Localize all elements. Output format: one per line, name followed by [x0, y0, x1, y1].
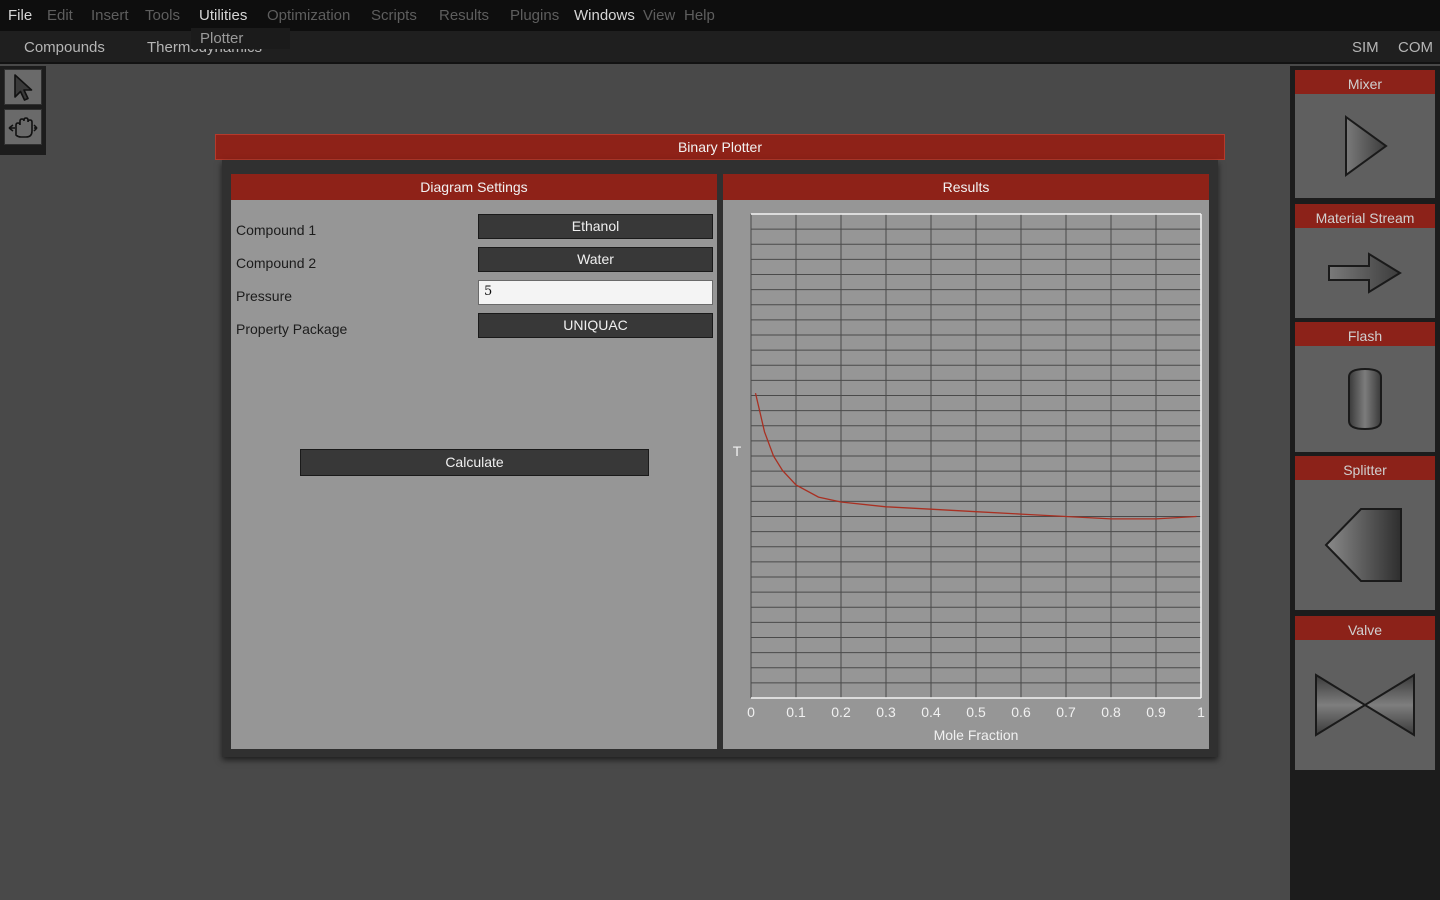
menu-item-plotter[interactable]: Plotter: [200, 30, 243, 47]
pressure-label: Pressure: [236, 288, 293, 304]
x-tick-label: 0.6: [1011, 704, 1031, 720]
tab-sim[interactable]: SIM: [1352, 39, 1379, 56]
x-tick-label: 0.7: [1056, 704, 1076, 720]
components-panel: Mixer Material Stream Flash Splitter Val…: [1290, 66, 1440, 900]
menu-file[interactable]: File: [8, 7, 32, 24]
compound1-select[interactable]: Ethanol: [478, 214, 713, 239]
pressure-input[interactable]: 5: [478, 280, 713, 305]
compound1-label: Compound 1: [236, 222, 317, 238]
calculate-button[interactable]: Calculate: [300, 449, 649, 476]
property-package-label: Property Package: [236, 321, 348, 337]
x-tick-label: 0.5: [966, 704, 986, 720]
flash-vessel-icon: [1348, 367, 1382, 431]
compound2-label: Compound 2: [236, 255, 317, 271]
x-tick-label: 0.1: [786, 704, 806, 720]
valve-icon: [1315, 673, 1415, 737]
diagram-settings-header: Diagram Settings: [231, 174, 717, 200]
x-tick-label: 0.9: [1146, 704, 1166, 720]
utilities-dropdown: Plotter: [191, 28, 290, 49]
menu-help[interactable]: Help: [684, 7, 715, 24]
pointer-tool-button[interactable]: [4, 69, 42, 105]
menu-view[interactable]: View: [643, 7, 675, 24]
component-material-stream[interactable]: Material Stream: [1295, 204, 1435, 318]
results-panel: Results 0 0.1 0.2 0.3 0.4 0.5 0.6 0.7 0.8 0.9 1 T Mo…: [723, 174, 1209, 749]
mixer-triangle-icon: [1345, 115, 1388, 177]
compound2-select[interactable]: Water: [478, 247, 713, 272]
results-header: Results: [723, 174, 1209, 200]
x-tick-label: 0.2: [831, 704, 851, 720]
window-title[interactable]: Binary Plotter: [215, 134, 1225, 160]
component-mixer-label: Mixer: [1295, 70, 1435, 94]
tab-com[interactable]: COM: [1398, 39, 1433, 56]
component-splitter[interactable]: Splitter: [1295, 456, 1435, 610]
component-splitter-label: Splitter: [1295, 456, 1435, 480]
menu-edit[interactable]: Edit: [47, 7, 73, 24]
x-tick-label: 0.4: [921, 704, 941, 720]
menu-insert[interactable]: Insert: [91, 7, 129, 24]
component-valve-label: Valve: [1295, 616, 1435, 640]
component-valve[interactable]: Valve: [1295, 616, 1435, 770]
component-material-stream-label: Material Stream: [1295, 204, 1435, 228]
x-tick-label: 0: [747, 704, 755, 720]
component-flash[interactable]: Flash: [1295, 322, 1435, 452]
menu-optimization[interactable]: Optimization: [267, 7, 350, 24]
component-mixer[interactable]: Mixer: [1295, 70, 1435, 198]
menubar: File Edit Insert Tools Utilities Optimiz…: [0, 0, 1440, 31]
component-flash-label: Flash: [1295, 322, 1435, 346]
pointer-icon: [14, 74, 33, 101]
menu-scripts[interactable]: Scripts: [371, 7, 417, 24]
x-tick-label: 1: [1197, 704, 1205, 720]
stream-arrow-icon: [1328, 252, 1402, 294]
x-axis-label: Mole Fraction: [934, 727, 1019, 743]
diagram-settings-panel: Diagram Settings Compound 1 Ethanol Comp…: [231, 174, 717, 749]
pan-tool-button[interactable]: [4, 109, 42, 145]
menu-windows[interactable]: Windows: [574, 7, 635, 24]
binary-plotter-window: Binary Plotter Diagram Settings Compound…: [215, 134, 1225, 759]
window-body: Diagram Settings Compound 1 Ethanol Comp…: [222, 160, 1218, 757]
splitter-icon: [1324, 508, 1402, 582]
x-tick-label: 0.8: [1101, 704, 1121, 720]
binary-plot: 0 0.1 0.2 0.3 0.4 0.5 0.6 0.7 0.8 0.9 1 T Mole Fract…: [733, 213, 1205, 743]
x-tick-label: 0.3: [876, 704, 896, 720]
menu-plugins[interactable]: Plugins: [510, 7, 559, 24]
menu-tools[interactable]: Tools: [145, 7, 180, 24]
menu-results[interactable]: Results: [439, 7, 489, 24]
property-package-select[interactable]: UNIQUAC: [478, 313, 713, 338]
menu-utilities[interactable]: Utilities: [199, 7, 247, 24]
tab-compounds[interactable]: Compounds: [24, 39, 105, 56]
hand-pan-icon: [8, 117, 38, 138]
tool-palette: [0, 66, 46, 155]
y-axis-label: T: [733, 443, 742, 459]
